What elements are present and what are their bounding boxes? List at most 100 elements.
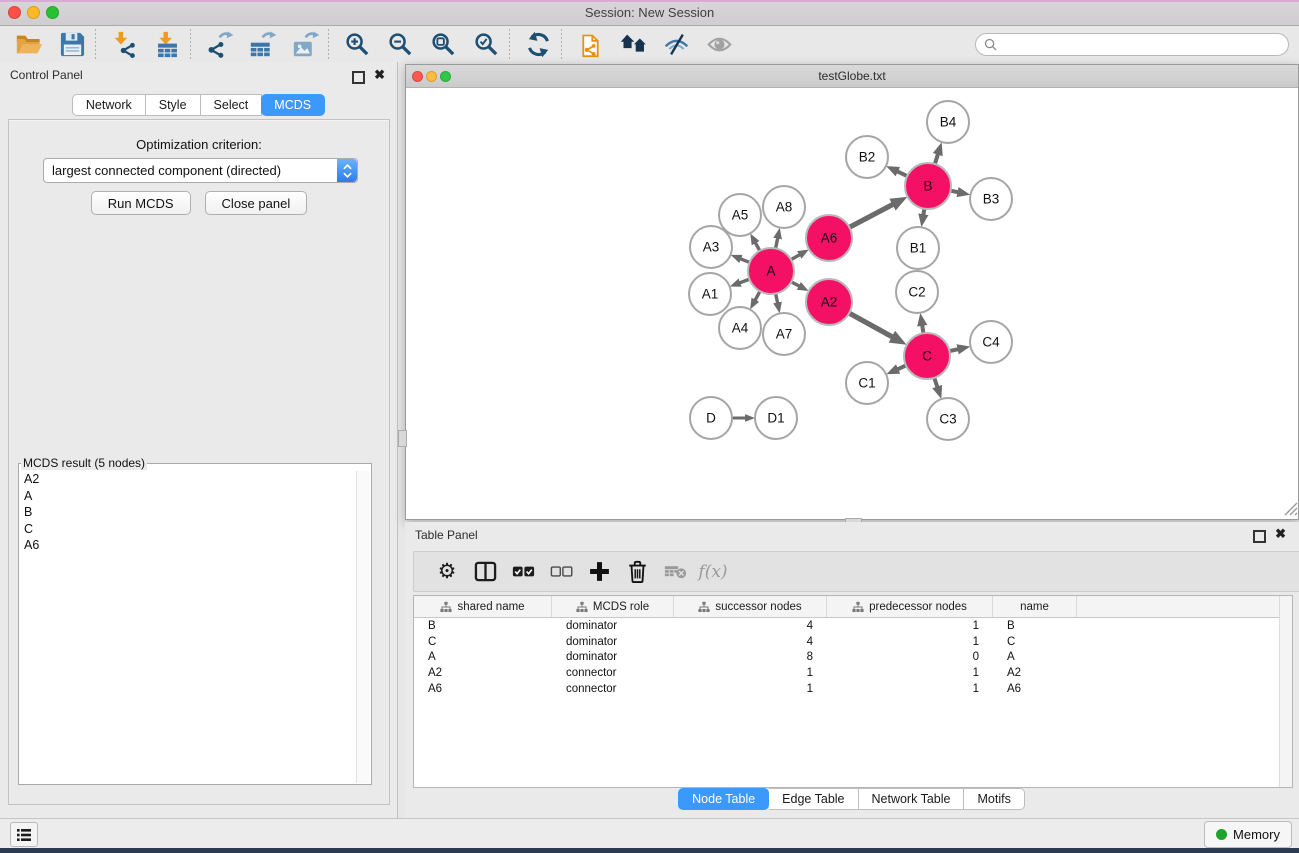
zoom-in-button[interactable] (338, 28, 376, 60)
cell-predecessor-nodes[interactable]: 1 (827, 620, 993, 632)
node-A5[interactable]: A5 (719, 194, 761, 236)
import-table-button[interactable] (148, 28, 186, 60)
node-A6[interactable]: A6 (806, 215, 852, 261)
column-header-successor-nodes[interactable]: successor nodes (674, 596, 827, 617)
table-settings-gear-button[interactable]: ⚙ (428, 556, 466, 588)
export-network-button[interactable] (200, 28, 238, 60)
node-B3[interactable]: B3 (970, 178, 1012, 220)
node-B1[interactable]: B1 (897, 227, 939, 269)
import-network-button[interactable] (105, 28, 143, 60)
close-table-panel-icon[interactable]: ✖ (1275, 529, 1286, 539)
node-B4[interactable]: B4 (927, 101, 969, 143)
cell-name[interactable]: A6 (993, 683, 1077, 695)
cell-successor-nodes[interactable]: 1 (674, 667, 827, 679)
save-session-button[interactable] (53, 28, 91, 60)
node-B[interactable]: B (905, 163, 951, 209)
cell-MCDS-role[interactable]: dominator (552, 636, 674, 648)
network-canvas[interactable]: B4B2BB3A8A5A6A3B1AC2A1A2A4A7C4CC1C3DD1 (406, 88, 1296, 517)
deselect-all-columns-button[interactable] (542, 556, 580, 588)
zoom-out-button[interactable] (381, 28, 419, 60)
memory-button[interactable]: Memory (1204, 821, 1292, 848)
zoom-selected-button[interactable] (467, 28, 505, 60)
table-tab-network-table[interactable]: Network Table (859, 788, 965, 810)
close-panel-button[interactable]: Close panel (205, 191, 308, 215)
splitter-grip-left[interactable] (398, 430, 407, 447)
cell-name[interactable]: A2 (993, 667, 1077, 679)
column-header-MCDS-role[interactable]: MCDS role (552, 596, 674, 617)
cell-name[interactable]: B (993, 620, 1077, 632)
table-tab-edge-table[interactable]: Edge Table (769, 788, 858, 810)
cell-MCDS-role[interactable]: connector (552, 683, 674, 695)
tab-style[interactable]: Style (146, 94, 201, 116)
table-row[interactable]: Cdominator41C (414, 634, 1292, 650)
cell-shared-name[interactable]: C (414, 636, 552, 648)
table-row[interactable]: Adominator80A (414, 650, 1292, 666)
node-A3[interactable]: A3 (690, 226, 732, 268)
cell-shared-name[interactable]: B (414, 620, 552, 632)
node-A2[interactable]: A2 (806, 279, 852, 325)
search-input[interactable] (1002, 36, 1280, 52)
node-C[interactable]: C (904, 333, 950, 379)
refresh-button[interactable] (519, 28, 557, 60)
node-A[interactable]: A (748, 248, 794, 294)
search-field[interactable] (975, 33, 1289, 56)
node-B2[interactable]: B2 (846, 136, 888, 178)
cell-MCDS-role[interactable]: dominator (552, 651, 674, 663)
cell-successor-nodes[interactable]: 4 (674, 636, 827, 648)
node-D1[interactable]: D1 (755, 397, 797, 439)
node-table[interactable]: shared nameMCDS rolesuccessor nodesprede… (413, 595, 1293, 788)
cell-successor-nodes[interactable]: 1 (674, 683, 827, 695)
table-tab-motifs[interactable]: Motifs (964, 788, 1024, 810)
column-header-predecessor-nodes[interactable]: predecessor nodes (827, 596, 993, 617)
cell-name[interactable]: A (993, 651, 1077, 663)
table-row[interactable]: A2connector11A2 (414, 665, 1292, 681)
cell-shared-name[interactable]: A6 (414, 683, 552, 695)
split-columns-button[interactable] (466, 556, 504, 588)
float-table-panel-icon[interactable] (1253, 530, 1266, 543)
cell-name[interactable]: C (993, 636, 1077, 648)
zoom-fit-button[interactable] (424, 28, 462, 60)
task-history-button[interactable] (10, 822, 38, 847)
cell-predecessor-nodes[interactable]: 1 (827, 667, 993, 679)
cell-predecessor-nodes[interactable]: 1 (827, 636, 993, 648)
mcds-result-item[interactable]: B (24, 504, 371, 521)
column-header-shared-name[interactable]: shared name (414, 596, 552, 617)
tab-mcds[interactable]: MCDS (261, 94, 325, 116)
new-session-network-button[interactable] (571, 28, 609, 60)
add-column-button[interactable] (580, 556, 618, 588)
network-window-titlebar[interactable]: testGlobe.txt (406, 65, 1298, 88)
node-C3[interactable]: C3 (927, 398, 969, 440)
cell-shared-name[interactable]: A (414, 651, 552, 663)
cell-successor-nodes[interactable]: 4 (674, 620, 827, 632)
node-C1[interactable]: C1 (846, 362, 888, 404)
node-C2[interactable]: C2 (896, 271, 938, 313)
criterion-dropdown[interactable]: largest connected component (directed) (43, 158, 358, 183)
delete-column-button[interactable] (618, 556, 656, 588)
open-file-button[interactable] (10, 28, 48, 60)
close-panel-icon[interactable]: ✖ (374, 70, 385, 80)
result-scrollbar[interactable] (356, 471, 370, 783)
show-panels-button[interactable] (700, 28, 738, 60)
cell-MCDS-role[interactable]: dominator (552, 620, 674, 632)
float-panel-icon[interactable] (352, 71, 365, 84)
export-table-button[interactable] (243, 28, 281, 60)
table-row[interactable]: Bdominator41B (414, 618, 1292, 634)
node-A7[interactable]: A7 (763, 313, 805, 355)
node-A4[interactable]: A4 (719, 307, 761, 349)
mcds-result-item[interactable]: A (24, 488, 371, 505)
export-image-button[interactable] (286, 28, 324, 60)
network-graph[interactable]: B4B2BB3A8A5A6A3B1AC2A1A2A4A7C4CC1C3DD1 (406, 88, 1296, 517)
table-row[interactable]: A6connector11A6 (414, 681, 1292, 697)
mcds-result-item[interactable]: A6 (24, 537, 371, 554)
mcds-result-item[interactable]: A2 (24, 471, 371, 488)
window-resize-grip[interactable] (1282, 500, 1298, 517)
cell-shared-name[interactable]: A2 (414, 667, 552, 679)
run-mcds-button[interactable]: Run MCDS (91, 191, 191, 215)
node-C4[interactable]: C4 (970, 321, 1012, 363)
cell-predecessor-nodes[interactable]: 0 (827, 651, 993, 663)
hide-panels-button[interactable] (657, 28, 695, 60)
cell-predecessor-nodes[interactable]: 1 (827, 683, 993, 695)
cell-MCDS-role[interactable]: connector (552, 667, 674, 679)
select-all-columns-button[interactable] (504, 556, 542, 588)
table-scrollbar[interactable] (1279, 596, 1292, 787)
